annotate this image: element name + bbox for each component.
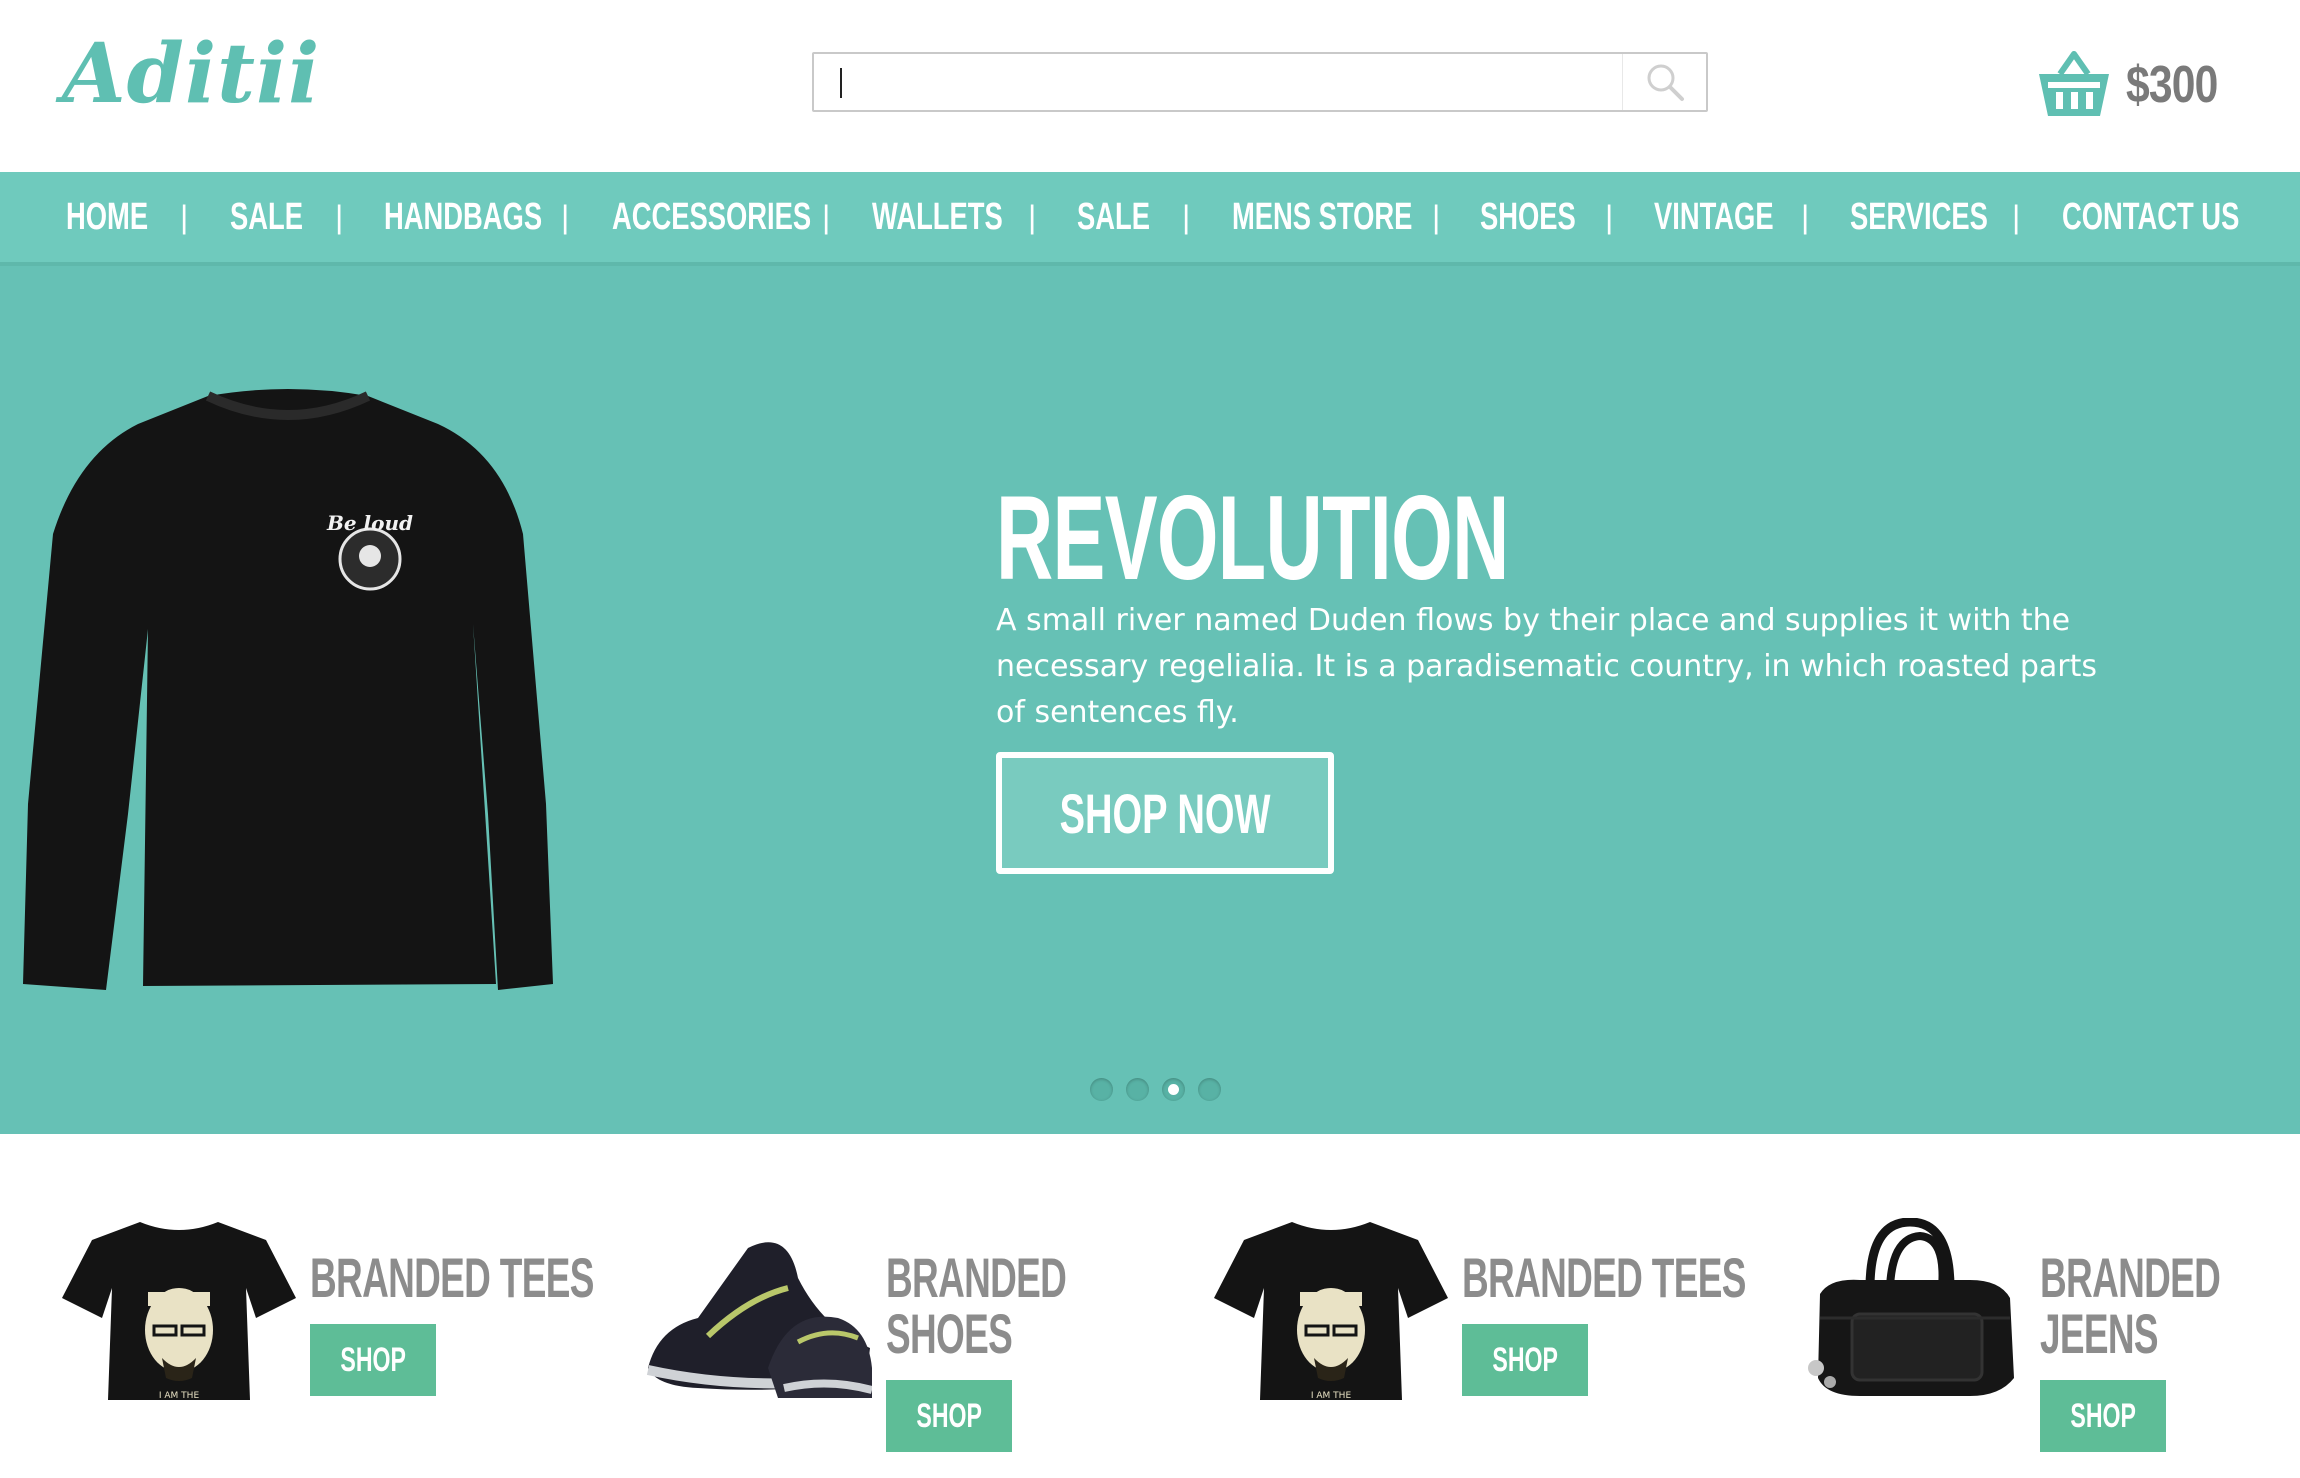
cart-widget[interactable]: $300 (2036, 40, 2238, 130)
nav-separator: | (561, 199, 570, 235)
nav-separator: | (1432, 199, 1441, 235)
nav-separator: | (1605, 199, 1614, 235)
nav-separator: | (2012, 199, 2021, 235)
product-title-branded-tees: BRANDED TEES (310, 1246, 594, 1309)
nav-item-contact-us[interactable]: CONTACT US (2062, 172, 2300, 262)
shop-now-button[interactable]: SHOP NOW (996, 752, 1334, 874)
search-input[interactable] (812, 52, 1708, 112)
shop-button[interactable]: SHOP (1462, 1324, 1588, 1396)
shirt-print-text: Be loud (326, 511, 413, 535)
product-title-branded-jeens-line2: JEENS (2040, 1302, 2159, 1365)
nav-separator: | (1801, 199, 1810, 235)
hero-slider: Be loud REVOLUTION A small river named D… (0, 266, 2300, 1134)
brand-logo[interactable]: Aditii (62, 26, 320, 122)
product-title-branded-shoes-line2: SHOES (886, 1302, 1013, 1365)
tee-print-text: I AM THE (1311, 1391, 1352, 1400)
hero-description: A small river named Duden flows by their… (996, 603, 2098, 730)
basket-icon (2039, 51, 2109, 116)
nav-item-accessories[interactable]: ACCESSORIES (612, 172, 889, 262)
nav-separator: | (1182, 199, 1191, 235)
tee-print-text: I AM THE (159, 1391, 200, 1400)
nav-separator: | (335, 199, 344, 235)
nav-separator: | (1028, 199, 1037, 235)
shop-button[interactable]: SHOP (2040, 1380, 2166, 1452)
hero-title: REVOLUTION (996, 471, 1509, 605)
longsleeve-shirt-image: Be loud (23, 389, 553, 990)
slide-dot-4[interactable] (1198, 1078, 1221, 1101)
main-nav: HOME | SALE | HANDBAGS | ACCESSORIES | W… (0, 172, 2300, 266)
nav-item-wallets[interactable]: WALLETS (872, 172, 1054, 262)
nav-item-sale-2[interactable]: SALE (1077, 172, 1178, 262)
nav-item-home[interactable]: HOME (66, 172, 180, 262)
product-title-branded-jeens-line1: BRANDED (2040, 1246, 2221, 1309)
nav-item-shoes[interactable]: SHOES (1480, 172, 1613, 262)
text-cursor (840, 68, 842, 98)
nav-item-mens-store[interactable]: MENS STORE (1232, 172, 1483, 262)
handbag-image[interactable] (1800, 1218, 2034, 1400)
product-title-branded-shoes-line1: BRANDED (886, 1246, 1067, 1309)
nav-separator: | (822, 199, 831, 235)
slide-dot-2[interactable] (1126, 1078, 1149, 1101)
slider-pagination (1090, 1078, 1221, 1101)
nav-separator: | (180, 199, 189, 235)
search-button[interactable] (1622, 54, 1706, 110)
slide-dot-1[interactable] (1090, 1078, 1113, 1101)
tee-shirt-image[interactable]: I AM THE (62, 1218, 296, 1400)
slide-dot-3-active[interactable] (1162, 1078, 1185, 1101)
shop-button[interactable]: SHOP (886, 1380, 1012, 1452)
cart-total: $300 (2126, 56, 2218, 114)
nav-item-vintage[interactable]: VINTAGE (1654, 172, 1820, 262)
shop-button[interactable]: SHOP (310, 1324, 436, 1396)
tee-shirt-image[interactable]: I AM THE (1214, 1218, 1448, 1400)
nav-item-handbags[interactable]: HANDBAGS (384, 172, 604, 262)
nav-item-sale[interactable]: SALE (230, 172, 331, 262)
search-icon (1647, 64, 1684, 101)
sneakers-image[interactable] (638, 1218, 872, 1400)
product-title-branded-tees-2: BRANDED TEES (1462, 1246, 1746, 1309)
